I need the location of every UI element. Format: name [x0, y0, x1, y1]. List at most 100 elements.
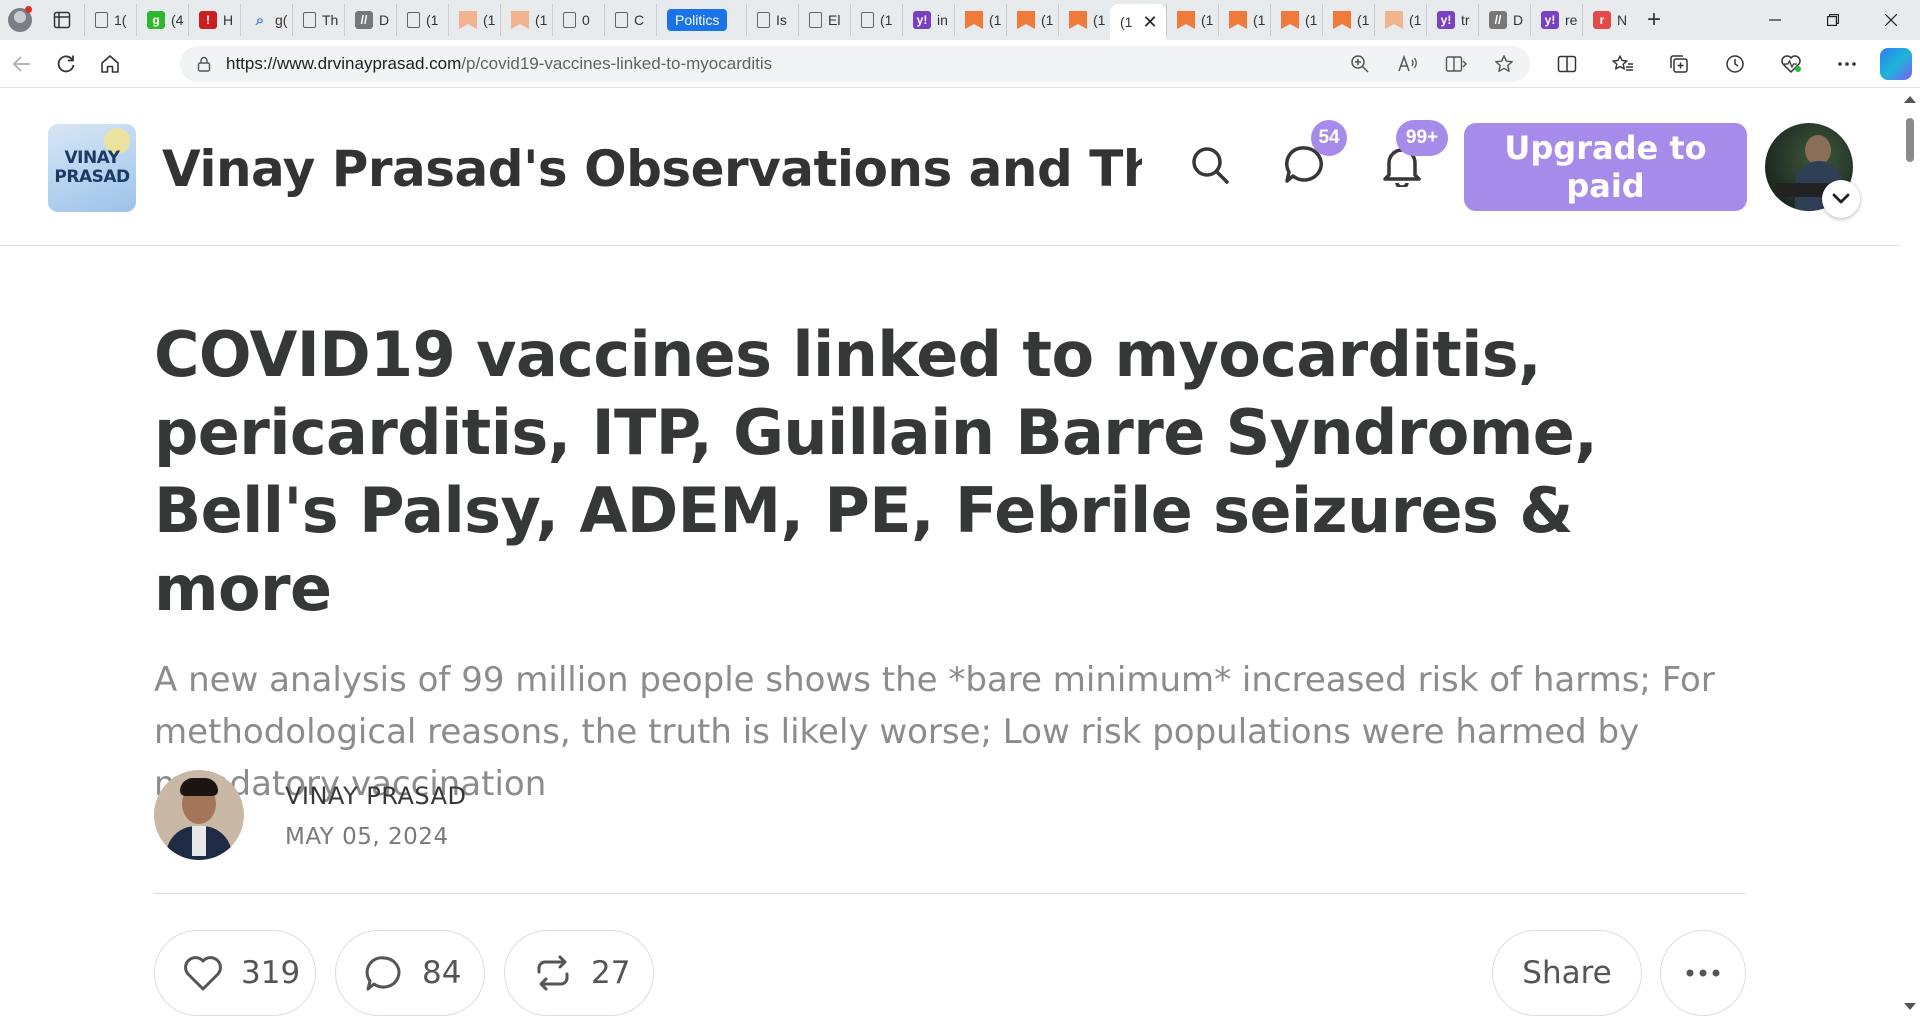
browser-tab[interactable]: (1 [1374, 4, 1426, 36]
browser-tab[interactable]: 0 [552, 4, 604, 36]
tab-title: g( [275, 12, 288, 28]
tab-favicon-icon [1385, 11, 1403, 29]
minimize-button[interactable] [1746, 0, 1804, 40]
tab-favicon-icon [1017, 11, 1035, 29]
scroll-up-arrow-icon[interactable] [1904, 96, 1916, 103]
site-logo[interactable]: VINAY PRASAD [48, 124, 136, 212]
browser-tab[interactable]: y! re [1530, 4, 1582, 36]
active-browser-tab[interactable]: (1 ✕ [1110, 4, 1166, 40]
tab-favicon-icon [563, 12, 576, 28]
read-aloud-button[interactable] [1396, 52, 1420, 76]
browser-tab[interactable]: (1 [1218, 4, 1270, 36]
close-tab-icon[interactable]: ✕ [1142, 12, 1157, 33]
tab-title: (1 [1120, 14, 1133, 30]
tab-favicon-icon [1333, 11, 1351, 29]
more-options-button[interactable] [1660, 930, 1746, 1016]
profile-button[interactable] [0, 0, 40, 40]
search-button[interactable] [1185, 140, 1235, 190]
browser-tab[interactable]: ⌕ g( [240, 4, 292, 36]
browser-tab[interactable]: // D [1478, 4, 1530, 36]
window-controls [1746, 0, 1920, 40]
split-screen-button[interactable] [1545, 44, 1589, 84]
browser-tab[interactable]: (1 [1058, 4, 1110, 36]
browser-tab[interactable]: ! H [188, 4, 240, 36]
tab-title: (1 [880, 12, 893, 28]
author-name[interactable]: VINAY PRASAD [285, 782, 466, 810]
upgrade-to-paid-button[interactable]: Upgrade to paid [1464, 123, 1747, 211]
page-scrollbar[interactable] [1900, 88, 1920, 1020]
favorite-button[interactable] [1492, 52, 1516, 76]
browser-tab[interactable]: y! in [902, 4, 954, 36]
browser-tab[interactable]: (1 [1322, 4, 1374, 36]
comment-button[interactable]: 84 [335, 930, 485, 1016]
zoom-button[interactable] [1348, 52, 1372, 76]
tab-strip: 1(g (4! H ⌕ g(Th//D (1 (1 (1 0 C Politics Is El (1 y! i… [0, 0, 1920, 40]
chat-badge: 54 [1311, 120, 1347, 156]
browser-tab[interactable]: (1 [500, 4, 552, 36]
browser-tab[interactable]: (1 [1006, 4, 1058, 36]
tab-favicon-icon: // [355, 11, 373, 29]
tab-favicon-icon [459, 11, 477, 29]
browser-tab[interactable]: (1 [954, 4, 1006, 36]
new-tab-button[interactable]: + [1634, 0, 1674, 40]
tab-favicon-icon: y! [1541, 11, 1559, 29]
browser-tab[interactable]: 1( [84, 4, 136, 36]
browser-tab[interactable]: Is [746, 4, 798, 36]
settings-more-button[interactable] [1825, 44, 1869, 84]
back-button[interactable] [0, 44, 44, 84]
browser-tab[interactable]: (1 [396, 4, 448, 36]
site-title[interactable]: Vinay Prasad's Observations and Thou... [162, 140, 1142, 198]
browser-tab[interactable]: (1 [1270, 4, 1322, 36]
history-icon [1726, 55, 1744, 73]
scroll-down-arrow-icon[interactable] [1904, 1003, 1916, 1010]
account-menu-button[interactable] [1822, 180, 1860, 218]
tab-title: in [937, 12, 948, 28]
chevron-down-icon [1832, 193, 1850, 204]
browser-tab[interactable]: C [604, 4, 656, 36]
tab-title: (4 [171, 12, 184, 28]
share-button[interactable]: Share [1492, 930, 1642, 1016]
lock-icon[interactable] [196, 56, 212, 72]
browser-tab[interactable]: Politics [656, 4, 746, 36]
tab-actions-button[interactable] [40, 0, 84, 40]
refresh-button[interactable] [44, 44, 88, 84]
home-button[interactable] [88, 44, 132, 84]
restack-button[interactable]: 27 [504, 930, 654, 1016]
tab-group-label[interactable]: Politics [667, 9, 728, 31]
home-icon [101, 54, 119, 73]
tab-title: (1 [1357, 12, 1370, 28]
browser-essentials-button[interactable] [1769, 44, 1813, 84]
favorites-button[interactable] [1601, 44, 1645, 84]
browser-tab[interactable]: rN [1582, 4, 1634, 36]
browser-tab[interactable]: g (4 [136, 4, 188, 36]
scroll-thumb[interactable] [1906, 118, 1914, 162]
immersive-reader-button[interactable] [1444, 52, 1468, 76]
restore-button[interactable] [1804, 0, 1862, 40]
read-aloud-icon [1398, 54, 1417, 72]
back-arrow-icon [12, 55, 30, 72]
tab-title: D [1513, 12, 1524, 28]
address-bar[interactable]: https://www.drvinayprasad.com/p/covid19-… [180, 46, 1530, 82]
history-button[interactable] [1713, 44, 1757, 84]
browser-tab[interactable]: // D [344, 4, 396, 36]
close-window-button[interactable] [1862, 0, 1920, 40]
avatar-hair [180, 778, 218, 796]
tab-title: (1 [1305, 12, 1318, 28]
browser-tab[interactable]: Th [292, 4, 344, 36]
author-avatar[interactable] [154, 770, 244, 860]
tab-favicon-icon [809, 12, 822, 28]
notifications-badge: 99+ [1396, 120, 1448, 156]
browser-tab[interactable]: (1 [1166, 4, 1218, 36]
url-text[interactable]: https://www.drvinayprasad.com/p/covid19-… [226, 54, 772, 74]
collections-button[interactable] [1657, 44, 1701, 84]
browser-tab[interactable]: (1 [850, 4, 902, 36]
notification-dot [25, 6, 32, 13]
tab-title: El [828, 12, 841, 28]
browser-tab[interactable]: El [798, 4, 850, 36]
tab-favicon-icon [1229, 11, 1247, 29]
browser-tab[interactable]: y! tr [1426, 4, 1478, 36]
like-button[interactable]: 319 [154, 930, 316, 1016]
browser-tab[interactable]: (1 [448, 4, 500, 36]
tab-title: N [1617, 12, 1628, 28]
copilot-icon[interactable] [1880, 48, 1912, 80]
